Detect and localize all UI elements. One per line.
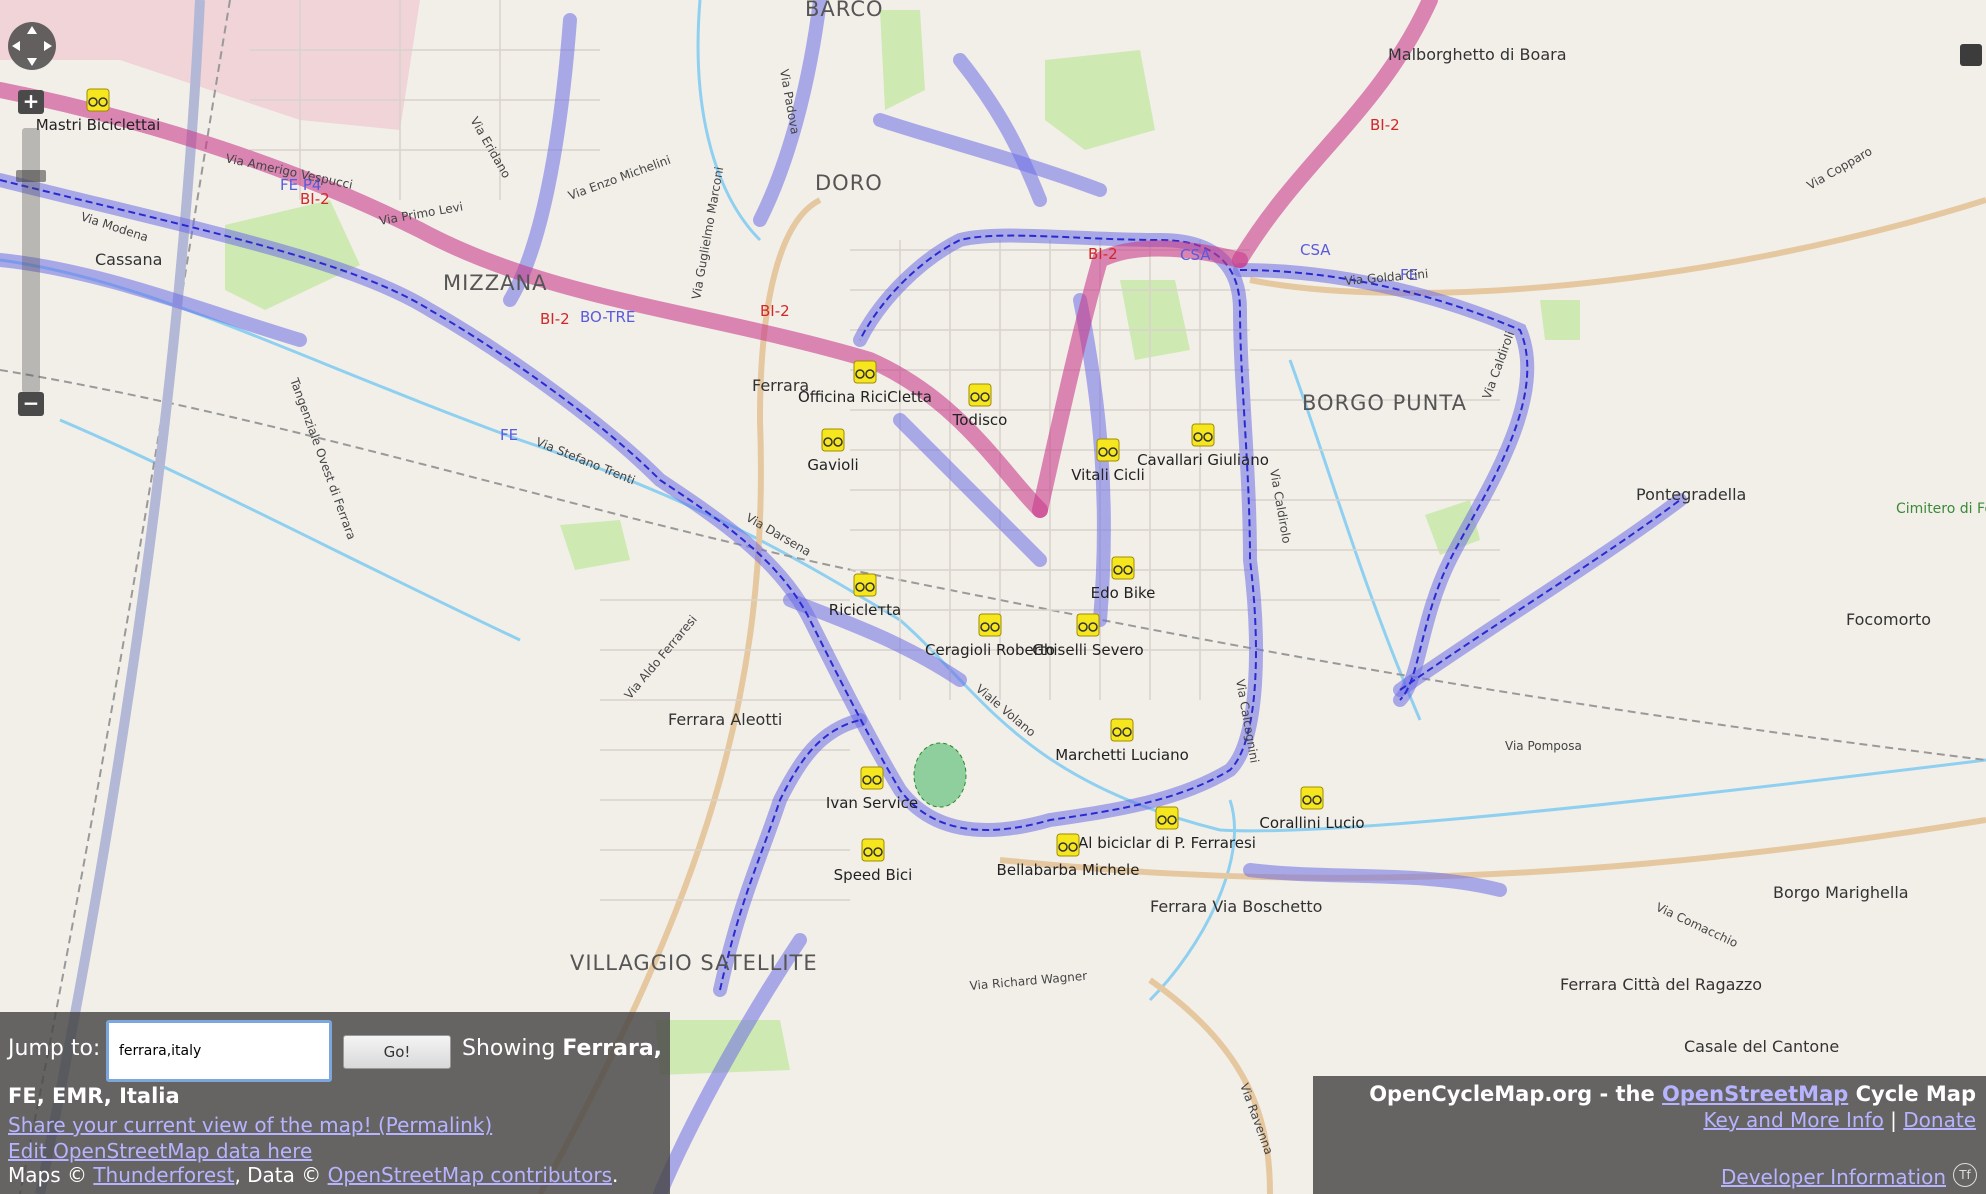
showing-prefix: Showing bbox=[462, 1036, 563, 1061]
bike-shop-name: Ghiselli Severo bbox=[1032, 641, 1143, 659]
key-info-link[interactable]: Key and More Info bbox=[1703, 1108, 1883, 1132]
bike-shop-name: Officina RiciCletta bbox=[798, 388, 932, 406]
zoom-bar[interactable] bbox=[22, 128, 40, 393]
zoom-in-button[interactable]: + bbox=[18, 90, 44, 114]
go-button[interactable]: Go! bbox=[343, 1035, 451, 1069]
route-ref-csa-b: CSA bbox=[1300, 241, 1331, 259]
route-ref-bi2-b: BI-2 bbox=[540, 310, 570, 328]
route-ref-bi2-d: BI-2 bbox=[1088, 245, 1118, 263]
bike-shop-name: Vitali Cicli bbox=[1071, 466, 1145, 484]
area-barco: BARCO bbox=[805, 0, 884, 21]
place-malborghetto: Malborghetto di Boara bbox=[1388, 45, 1567, 64]
edit-osm-link[interactable]: Edit OpenStreetMap data here bbox=[8, 1139, 312, 1163]
permalink-link[interactable]: Share your current view of the map! (Per… bbox=[8, 1113, 492, 1137]
route-ref-bi2-c: BI-2 bbox=[760, 302, 790, 320]
bike-shop-name: Cavallari Giuliano bbox=[1137, 451, 1269, 469]
bike-shop-name: Corallini Lucio bbox=[1259, 814, 1364, 832]
place-citta-ragazzo: Ferrara Città del Ragazzo bbox=[1560, 975, 1762, 994]
credits-data: , Data © bbox=[234, 1163, 328, 1187]
developer-info-link[interactable]: Developer Information bbox=[1721, 1165, 1946, 1189]
showing-place: Ferrara, bbox=[562, 1036, 663, 1061]
place-via-boschetto: Ferrara Via Boschetto bbox=[1150, 897, 1322, 916]
route-ref-botre: BO-TRE bbox=[580, 308, 635, 326]
credits: Maps © Thunderforest, Data © OpenStreetM… bbox=[8, 1163, 618, 1187]
search-input[interactable] bbox=[106, 1020, 332, 1082]
info-links: Key and More Info | Donate bbox=[1703, 1108, 1976, 1132]
thunderforest-link[interactable]: Thunderforest bbox=[93, 1163, 234, 1187]
link-separator: | bbox=[1883, 1108, 1904, 1132]
bike-shop-name: Gavioli bbox=[807, 456, 858, 474]
place-aleotti: Ferrara Aleotti bbox=[668, 710, 782, 729]
bike-shop-name: Marchetti Luciano bbox=[1055, 746, 1189, 764]
osm-link[interactable]: OpenStreetMap bbox=[1662, 1082, 1848, 1106]
place-cassana: Cassana bbox=[95, 250, 162, 269]
area-borgo-punta: BORGO PUNTA bbox=[1302, 391, 1467, 415]
route-ref-csa: CSA bbox=[1180, 246, 1211, 264]
site-title: OpenCycleMap.org - the OpenStreetMap Cyc… bbox=[1369, 1082, 1976, 1106]
thunderforest-icon[interactable]: Tf bbox=[1953, 1163, 1977, 1187]
route-ref-bi2-e: BI-2 bbox=[1370, 116, 1400, 134]
area-doro: DORO bbox=[815, 171, 883, 195]
zoom-out-button[interactable]: − bbox=[18, 392, 44, 416]
layers-icon[interactable] bbox=[1960, 44, 1982, 66]
donate-link[interactable]: Donate bbox=[1903, 1108, 1976, 1132]
bike-shop-name: Al biciclar di P. Ferraresi bbox=[1078, 834, 1256, 852]
place-casale-cantone: Casale del Cantone bbox=[1684, 1037, 1839, 1056]
jump-to-label: Jump to: bbox=[8, 1036, 101, 1061]
area-villaggio-satellite: VILLAGGIO SATELLITE bbox=[570, 951, 818, 975]
place-cimitero: Cimitero di Focomorto bbox=[1896, 501, 1986, 517]
showing-text: Showing Ferrara, bbox=[462, 1036, 662, 1061]
bike-shop-name: Riciclетta bbox=[829, 601, 901, 619]
bike-shop-name: Mastri Biciclettai bbox=[36, 116, 161, 134]
pan-control[interactable] bbox=[6, 20, 58, 72]
bike-shop-name: Edo Bike bbox=[1091, 584, 1156, 602]
zoom-slider[interactable] bbox=[16, 170, 46, 182]
credits-maps: Maps © bbox=[8, 1163, 94, 1187]
area-mizzana: MIZZANA bbox=[443, 271, 548, 295]
credits-period: . bbox=[612, 1163, 619, 1187]
street-13: Via Pomposa bbox=[1505, 739, 1582, 753]
place-focomorto: Focomorto bbox=[1846, 610, 1931, 629]
route-ref-fe-b: FE bbox=[500, 426, 518, 444]
place-borgo-marighella: Borgo Marighella bbox=[1773, 883, 1909, 902]
title-suffix: Cycle Map bbox=[1848, 1082, 1976, 1106]
bike-shop-name: Bellabarba Michele bbox=[997, 861, 1140, 879]
place-pontegradella: Pontegradella bbox=[1636, 485, 1746, 504]
title-prefix: OpenCycleMap.org - the bbox=[1369, 1082, 1663, 1106]
bike-shop-name: Todisco bbox=[952, 411, 1008, 429]
osm-contributors-link[interactable]: OpenStreetMap contributors bbox=[328, 1163, 612, 1187]
place-rest: FE, EMR, Italia bbox=[8, 1084, 180, 1108]
bike-shop-name: Speed Bici bbox=[834, 866, 913, 884]
bike-shop-name: Ivan Service bbox=[826, 794, 918, 812]
